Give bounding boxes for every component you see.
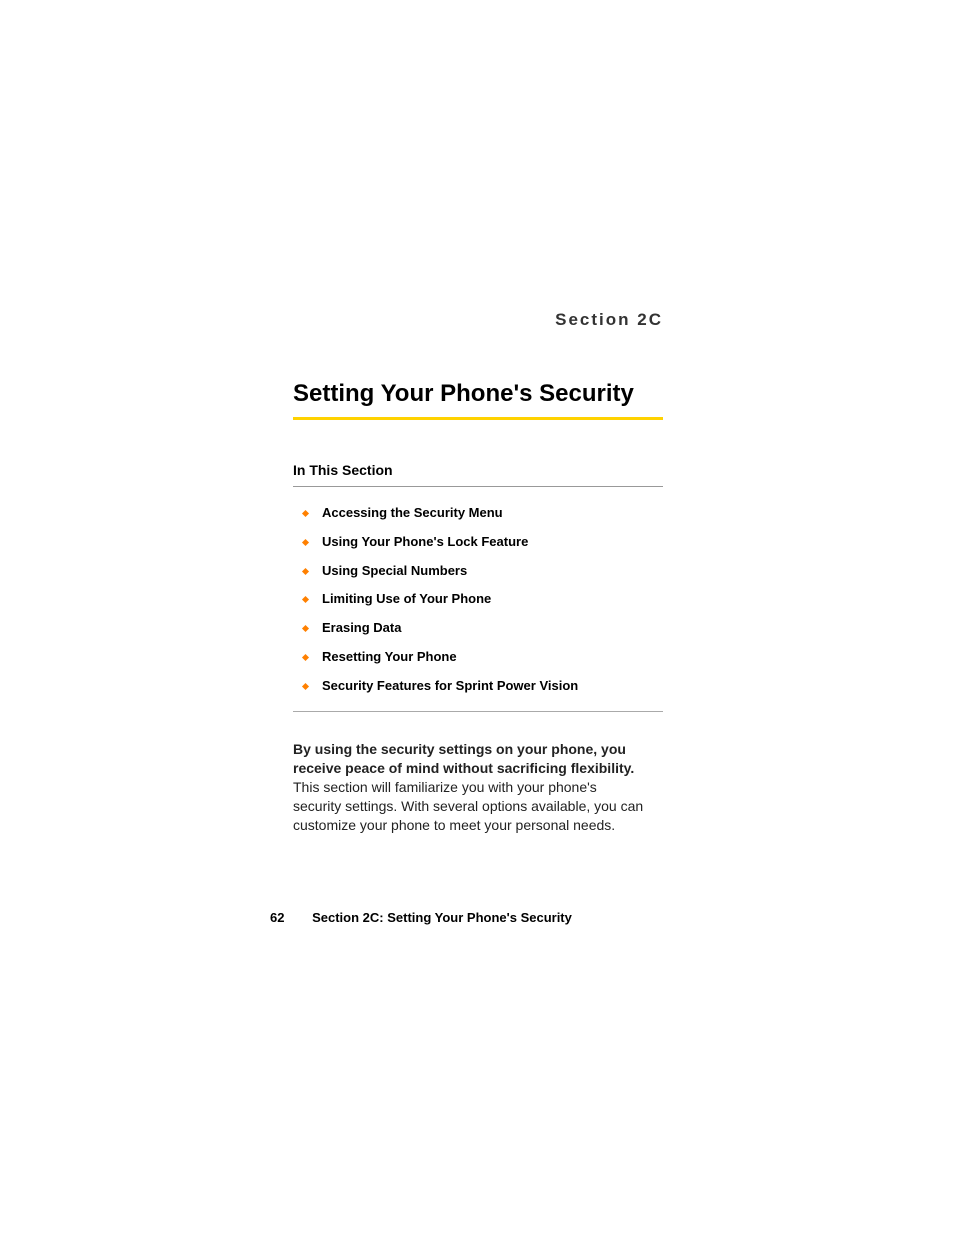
toc-text: Security Features for Sprint Power Visio… xyxy=(322,678,578,695)
toc-text: Using Your Phone's Lock Feature xyxy=(322,534,528,551)
toc-item: Using Special Numbers xyxy=(303,563,663,580)
toc-item: Using Your Phone's Lock Feature xyxy=(303,534,663,551)
toc-item: Security Features for Sprint Power Visio… xyxy=(303,678,663,695)
diamond-bullet-icon xyxy=(302,683,309,690)
page-footer: 62 Section 2C: Setting Your Phone's Secu… xyxy=(270,910,572,925)
page-number: 62 xyxy=(270,910,284,925)
toc-text: Accessing the Security Menu xyxy=(322,505,503,522)
diamond-bullet-icon xyxy=(302,510,309,517)
toc-item: Accessing the Security Menu xyxy=(303,505,663,522)
toc-text: Limiting Use of Your Phone xyxy=(322,591,491,608)
subsection-heading: In This Section xyxy=(293,462,663,487)
toc-text: Erasing Data xyxy=(322,620,401,637)
diamond-bullet-icon xyxy=(302,539,309,546)
toc-text: Resetting Your Phone xyxy=(322,649,457,666)
chapter-title: Setting Your Phone's Security xyxy=(293,380,663,417)
divider xyxy=(293,711,663,712)
footer-text: Section 2C: Setting Your Phone's Securit… xyxy=(312,910,572,925)
diamond-bullet-icon xyxy=(302,596,309,603)
toc-item: Limiting Use of Your Phone xyxy=(303,591,663,608)
diamond-bullet-icon xyxy=(302,568,309,575)
diamond-bullet-icon xyxy=(302,654,309,661)
body-paragraph: By using the security settings on your p… xyxy=(293,740,648,834)
section-label: Section 2C xyxy=(293,310,663,330)
toc-list: Accessing the Security Menu Using Your P… xyxy=(293,505,663,695)
page-content: Section 2C Setting Your Phone's Security… xyxy=(293,310,663,834)
title-underline xyxy=(293,417,663,420)
toc-item: Erasing Data xyxy=(303,620,663,637)
paragraph-lead: By using the security settings on your p… xyxy=(293,741,634,776)
toc-item: Resetting Your Phone xyxy=(303,649,663,666)
paragraph-rest: This section will familiarize you with y… xyxy=(293,779,643,833)
diamond-bullet-icon xyxy=(302,625,309,632)
toc-text: Using Special Numbers xyxy=(322,563,467,580)
